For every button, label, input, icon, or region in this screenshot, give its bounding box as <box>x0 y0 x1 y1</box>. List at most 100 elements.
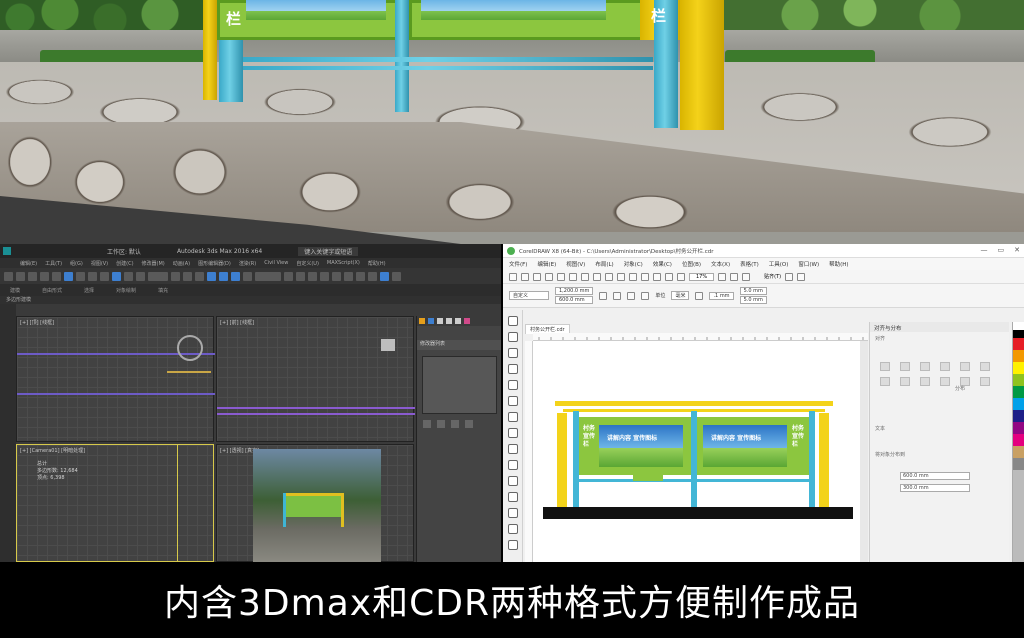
bind-icon[interactable] <box>52 271 61 281</box>
max-menu-civil-view[interactable]: Civil View <box>264 260 288 266</box>
max-menu-edit[interactable]: 编辑(E) <box>20 260 37 267</box>
align-left-icon[interactable] <box>880 362 890 371</box>
redo-icon[interactable] <box>605 272 613 281</box>
max-menu-animation[interactable]: 动画(A) <box>173 260 190 267</box>
snap-icon[interactable] <box>207 271 216 281</box>
launch-icon[interactable] <box>797 272 806 281</box>
render-icon[interactable] <box>392 271 401 281</box>
move-icon[interactable] <box>112 271 121 281</box>
top-beam[interactable] <box>555 401 833 406</box>
max-menu-group[interactable]: 组(G) <box>70 260 83 267</box>
select-icon[interactable] <box>64 271 73 281</box>
cdr-menu-object[interactable]: 对象(C) <box>624 260 643 268</box>
eyedropper-icon[interactable] <box>508 540 518 550</box>
scene-explorer-icon[interactable] <box>320 271 329 281</box>
ellipse-tool-icon[interactable] <box>508 428 518 438</box>
align-top-icon[interactable] <box>940 362 950 371</box>
export-icon[interactable] <box>641 272 649 281</box>
dist-right-icon[interactable] <box>920 377 930 386</box>
rectangle-tool-icon[interactable] <box>508 412 518 422</box>
scale-icon[interactable] <box>136 271 145 281</box>
guides-icon[interactable] <box>742 272 751 281</box>
zoom-tool-icon[interactable] <box>508 364 518 374</box>
create-tab-icon[interactable] <box>419 318 425 324</box>
fullscreen-icon[interactable] <box>677 272 685 281</box>
freehand-tool-icon[interactable] <box>508 380 518 390</box>
viewport-perspective[interactable]: [+] [透视] [真实] <box>216 444 414 562</box>
copy-icon[interactable] <box>569 272 577 281</box>
snap-to[interactable]: 贴齐(T) <box>764 273 781 280</box>
unlink-icon[interactable] <box>40 271 49 281</box>
right-post[interactable] <box>819 413 829 509</box>
layer-icon[interactable] <box>308 271 317 281</box>
unit-select[interactable]: 毫米 <box>671 291 690 300</box>
search-icon[interactable] <box>617 272 625 281</box>
make-unique-icon[interactable] <box>451 420 459 428</box>
cdr-menu-help[interactable]: 帮助(H) <box>829 260 848 268</box>
max-menu-tools[interactable]: 工具(T) <box>45 260 62 267</box>
max-menu-modifiers[interactable]: 修改器(M) <box>142 260 165 267</box>
select-by-name-icon[interactable] <box>76 271 85 281</box>
viewcube-icon[interactable] <box>177 335 203 361</box>
align-center-v-icon[interactable] <box>960 362 970 371</box>
portrait-icon[interactable] <box>599 291 608 300</box>
named-sets-icon[interactable] <box>255 271 281 281</box>
paste-icon[interactable] <box>581 272 589 281</box>
polygon-tool-icon[interactable] <box>508 444 518 454</box>
right-panel-screen[interactable] <box>703 425 787 467</box>
show-end-icon[interactable] <box>437 420 445 428</box>
spacing-height[interactable]: 300.0 mm <box>900 484 970 492</box>
ribbon-tab-object-paint[interactable]: 对象绘制 <box>116 287 136 294</box>
settings-icon[interactable] <box>785 272 794 281</box>
cdr-menu-edit[interactable]: 编辑(E) <box>537 260 556 268</box>
right-side-text[interactable]: 村务 宣传栏 <box>792 425 804 449</box>
parallel-dimension-icon[interactable] <box>508 476 518 486</box>
align-right-icon[interactable] <box>920 362 930 371</box>
cdr-menu-file[interactable]: 文件(F) <box>509 260 527 268</box>
left-tab[interactable] <box>633 475 663 481</box>
keyboard-icon[interactable] <box>195 271 204 281</box>
link-icon[interactable] <box>28 271 37 281</box>
import-icon[interactable] <box>629 272 637 281</box>
angle-snap-icon[interactable] <box>219 271 228 281</box>
max-menu-views[interactable]: 视图(V) <box>91 260 108 267</box>
utilities-tab-icon[interactable] <box>464 318 470 324</box>
cdr-menu-view[interactable]: 视图(V) <box>566 260 585 268</box>
viewcube-front-icon[interactable] <box>381 339 395 351</box>
max-menu-help[interactable]: 帮助(H) <box>368 260 386 267</box>
ribbon-tab-freeform[interactable]: 自由形式 <box>42 287 62 294</box>
new-icon[interactable] <box>509 272 517 281</box>
save-icon[interactable] <box>533 272 541 281</box>
viewport-front[interactable]: [+] [前] [线框] <box>216 316 415 442</box>
base-slab[interactable] <box>543 507 853 519</box>
drawing-canvas[interactable]: 讲解内容 宣传图标 讲解内容 宣传图标 村务 宣传栏 村务 宣传栏 <box>533 341 868 562</box>
landscape-icon[interactable] <box>613 291 622 300</box>
cdr-menu-window[interactable]: 窗口(W) <box>798 260 819 268</box>
viewport-camera-label[interactable]: [+] [Camera01] [明暗处理] <box>20 447 85 454</box>
cdr-menu-effects[interactable]: 效果(C) <box>653 260 672 268</box>
motion-tab-icon[interactable] <box>446 318 452 324</box>
display-tab-icon[interactable] <box>455 318 461 324</box>
pivot-icon[interactable] <box>171 271 180 281</box>
close-icon[interactable]: ✕ <box>1014 246 1020 254</box>
dist-bottom-icon[interactable] <box>980 377 990 386</box>
redo-icon[interactable] <box>16 271 25 281</box>
minimize-icon[interactable]: — <box>981 246 988 254</box>
ribbon-tab-selection[interactable]: 选择 <box>84 287 94 294</box>
shape-tool-icon[interactable] <box>508 332 518 342</box>
rect-select-icon[interactable] <box>88 271 97 281</box>
dist-top-icon[interactable] <box>940 377 950 386</box>
schematic-icon[interactable] <box>344 271 353 281</box>
page-width[interactable]: 1,200.0 mm <box>555 287 594 295</box>
crop-tool-icon[interactable] <box>508 348 518 358</box>
manipulate-icon[interactable] <box>183 271 192 281</box>
material-editor-icon[interactable] <box>356 271 365 281</box>
undo-icon[interactable] <box>4 271 13 281</box>
remove-modifier-icon[interactable] <box>465 420 473 428</box>
modifier-list[interactable]: 修改器列表 <box>417 340 501 350</box>
nudge-distance[interactable]: .1 mm <box>709 291 734 300</box>
all-pages-icon[interactable] <box>627 291 636 300</box>
ref-coord-icon[interactable] <box>148 271 168 281</box>
pin-stack-icon[interactable] <box>423 420 431 428</box>
cdr-menu-table[interactable]: 表格(T) <box>740 260 759 268</box>
